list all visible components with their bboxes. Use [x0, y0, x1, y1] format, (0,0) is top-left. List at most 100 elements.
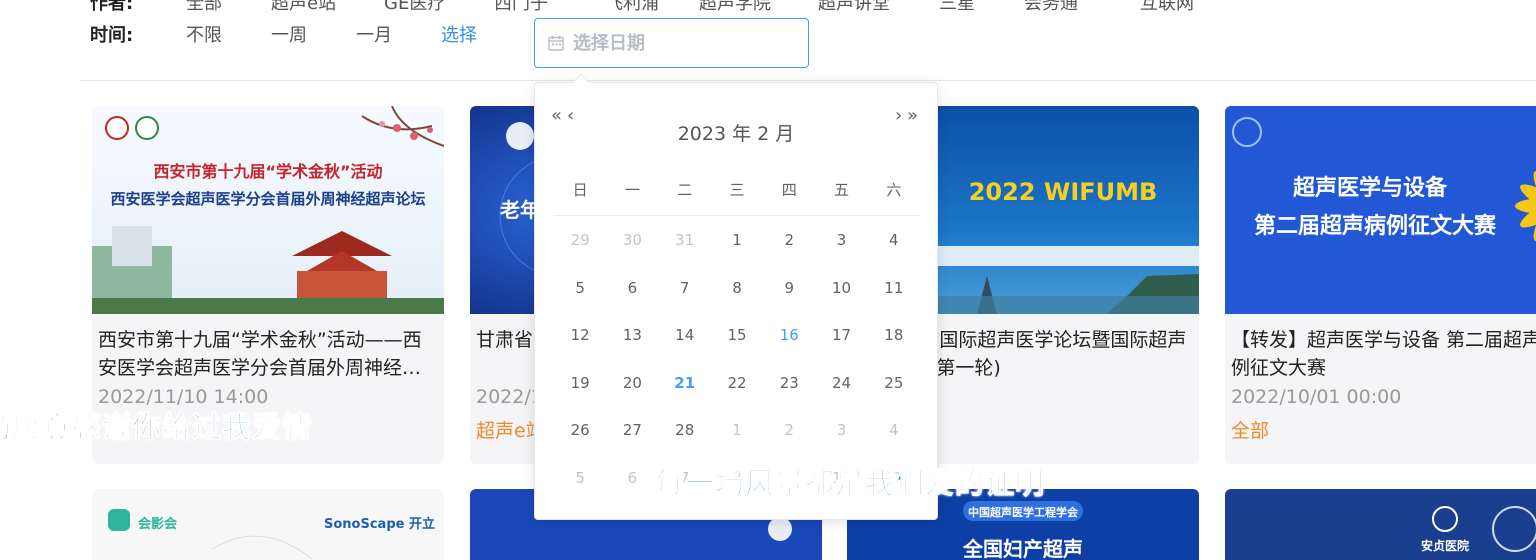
date-picker-header[interactable]: 2023 年 2 月	[535, 119, 937, 146]
day-cell[interactable]: 22	[711, 368, 763, 416]
day-cell[interactable]: 17	[815, 320, 867, 368]
event-card-4-title[interactable]: 【转发】超声医学与设备 第二届超声病例征文大赛	[1225, 326, 1536, 382]
day-cell-next-month[interactable]: 1	[711, 415, 763, 463]
day-cell-next-month[interactable]: 4	[868, 415, 920, 463]
day-cell-next-month[interactable]: 6	[606, 463, 658, 511]
event-card-5-brand-right: SonoScape 开立	[324, 517, 435, 532]
event-card-5[interactable]: 会影会 SonoScape 开立	[92, 489, 444, 560]
day-cell-next-month[interactable]: 5	[554, 463, 606, 511]
day-cell[interactable]: 5	[554, 273, 606, 321]
day-cell[interactable]: 3	[815, 225, 867, 273]
week-row-4: 19 20 21 22 23 24 25	[554, 368, 920, 416]
event-card-8-thumbnail: 安贞医院	[1225, 489, 1536, 560]
day-cell[interactable]: 11	[868, 273, 920, 321]
event-card-4-date: 2022/10/01 00:00	[1231, 386, 1402, 408]
weekday-label: 四	[781, 181, 797, 199]
day-cell[interactable]: 13	[606, 320, 658, 368]
event-card-1-thumbnail: 西安市第十九届“学术金秋”活动 西安医学会超声医学分会首届外周神经超声论坛	[92, 106, 444, 314]
weekday-label: 三	[729, 181, 745, 199]
event-card-4[interactable]: 超声医学与设备 第二届超声病例征文大赛 【转发】超声医学与设备 第二届超声病例征…	[1225, 106, 1536, 464]
day-cell[interactable]: 26	[554, 415, 606, 463]
page: 作者: 全部 超声e站 GE医疗 西门子 飞利浦 超声学院 超声讲堂 三星 会务…	[0, 0, 1536, 560]
author-option-lecture[interactable]: 超声讲堂	[818, 0, 890, 15]
day-cell[interactable]: 18	[868, 320, 920, 368]
day-cell-next-month[interactable]: 3	[815, 415, 867, 463]
event-card-4-thumb-subtitle: 第二届超声病例征文大赛	[1253, 214, 1496, 239]
time-option-any[interactable]: 不限	[186, 21, 222, 47]
week-row-1: 29 30 31 1 2 3 4	[554, 225, 920, 273]
event-card-1-thumb-subtitle: 西安医学会超声医学分会首届外周神经超声论坛	[110, 190, 426, 208]
event-card-4-thumbnail: 超声医学与设备 第二届超声病例征文大赛	[1225, 106, 1536, 314]
filter-author-row: 作者: 全部 超声e站 GE医疗 西门子 飞利浦 超声学院 超声讲堂 三星 会务…	[90, 0, 1194, 14]
week-row-2: 5 6 7 8 9 10 11	[554, 273, 920, 321]
event-card-1-title[interactable]: 西安市第十九届“学术金秋”活动——西安医学会超声医学分会首届外周神经超声论坛	[92, 326, 444, 382]
day-cell[interactable]: 4	[868, 225, 920, 273]
weekday-header: 日 一 二 三 四 五 六	[554, 179, 920, 203]
day-cell[interactable]: 14	[659, 320, 711, 368]
weekday-label: 一	[624, 181, 640, 199]
day-cell[interactable]: 9	[763, 273, 815, 321]
day-cell-next-month[interactable]: 2	[763, 415, 815, 463]
day-cell[interactable]: 19	[554, 368, 606, 416]
filter-time-row: 时间: 不限 一周 一月 选择	[90, 22, 477, 46]
day-cell[interactable]: 20	[606, 368, 658, 416]
day-cell[interactable]: 2	[763, 225, 815, 273]
author-option-internet[interactable]: 互联网	[1140, 0, 1194, 15]
day-cell-selected[interactable]: 21	[659, 368, 711, 416]
filter-author-label: 作者:	[90, 0, 134, 14]
event-card-4-thumb-title: 超声医学与设备	[1292, 176, 1447, 201]
day-cell-prev-month[interactable]: 31	[659, 225, 711, 273]
date-input-field[interactable]	[573, 32, 793, 54]
author-option-siemens[interactable]: 西门子	[494, 0, 548, 15]
time-option-month[interactable]: 一月	[356, 21, 392, 47]
weekday-label: 五	[834, 181, 850, 199]
caption-line-1: 仍愿意感谢你给过我爱情	[0, 404, 312, 446]
day-cell[interactable]: 7	[659, 273, 711, 321]
date-picker-popup: « ‹ › » 2023 年 2 月 日 一 二 三 四 五 六 29 30 3…	[534, 73, 938, 520]
date-picker-divider	[554, 215, 920, 216]
day-cell-prev-month[interactable]: 30	[606, 225, 658, 273]
author-option-ge[interactable]: GE医疗	[384, 0, 445, 15]
day-cell[interactable]: 23	[763, 368, 815, 416]
caption-line-1-part-b: 给过我爱情	[162, 410, 313, 445]
event-card-4-tag[interactable]: 全部	[1225, 416, 1536, 443]
day-cell[interactable]: 28	[659, 415, 711, 463]
time-option-week[interactable]: 一周	[271, 21, 307, 47]
day-cell[interactable]: 6	[606, 273, 658, 321]
caption-line-2: 每一场风景都是我们爱的证明	[654, 466, 1046, 501]
date-picker-arrow	[572, 73, 590, 91]
time-option-custom[interactable]: 选择	[441, 21, 477, 47]
day-cell-today[interactable]: 16	[763, 320, 815, 368]
calendar-icon	[547, 34, 565, 52]
author-option-academy[interactable]: 超声学院	[699, 0, 771, 15]
author-option-huiwutong[interactable]: 会务通	[1024, 0, 1078, 15]
day-cell[interactable]: 25	[868, 368, 920, 416]
caption-line-1-part-a: 仍愿意感谢你	[0, 410, 163, 445]
event-card-5-thumbnail: 会影会 SonoScape 开立	[92, 489, 444, 560]
day-cell[interactable]: 1	[711, 225, 763, 273]
event-card-7-big-text: 全国妇产超声	[963, 537, 1083, 560]
author-option-philips[interactable]: 飞利浦	[605, 0, 659, 15]
filter-time-label: 时间:	[90, 25, 134, 46]
week-row-5: 26 27 28 1 2 3 4	[554, 415, 920, 463]
day-cell[interactable]: 12	[554, 320, 606, 368]
filter-divider	[80, 80, 1536, 81]
day-cell[interactable]: 8	[711, 273, 763, 321]
event-card-8[interactable]: 安贞医院	[1225, 489, 1536, 560]
day-cell[interactable]: 27	[606, 415, 658, 463]
day-cell[interactable]: 10	[815, 273, 867, 321]
event-card-8-brand: 安贞医院	[1421, 539, 1470, 553]
author-option-samsung[interactable]: 三星	[939, 0, 975, 15]
day-cell[interactable]: 15	[711, 320, 763, 368]
weekday-label: 日	[572, 181, 588, 199]
week-row-3: 12 13 14 15 16 17 18	[554, 320, 920, 368]
day-cell-prev-month[interactable]: 29	[554, 225, 606, 273]
author-option-chaosheng-e-zhan[interactable]: 超声e站	[271, 0, 336, 15]
event-card-1-thumb-title: 西安市第十九届“学术金秋”活动	[153, 162, 383, 181]
day-cell[interactable]: 24	[815, 368, 867, 416]
event-card-5-brand-left: 会影会	[138, 517, 178, 532]
weekday-label: 二	[677, 181, 693, 199]
weekday-label: 六	[886, 181, 902, 199]
date-picker-input[interactable]	[534, 18, 809, 68]
author-option-all[interactable]: 全部	[186, 0, 222, 15]
